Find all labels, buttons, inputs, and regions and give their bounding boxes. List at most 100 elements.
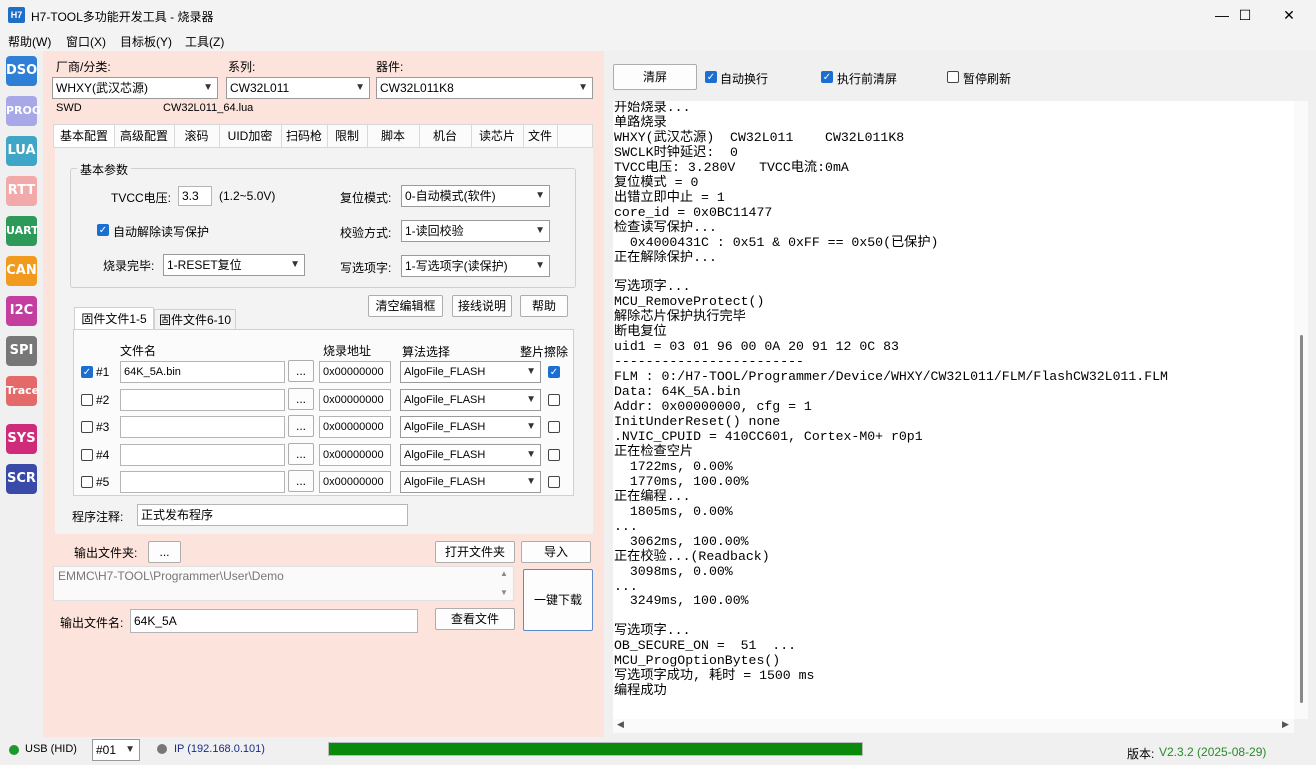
tool-sys-button[interactable]: SYS bbox=[6, 424, 37, 454]
row-algo-select[interactable]: AlgoFile_FLASH ▼ bbox=[400, 389, 541, 411]
tool-dso-button[interactable]: DSO bbox=[6, 56, 37, 86]
row-file-input[interactable] bbox=[120, 471, 285, 493]
clear-before-run-checkbox[interactable]: ✓ bbox=[821, 71, 833, 83]
import-button[interactable]: 导入 bbox=[521, 541, 591, 563]
scroll-down-icon[interactable]: ▼ bbox=[500, 588, 508, 597]
row-browse-button[interactable]: ... bbox=[288, 443, 314, 465]
tab-script[interactable]: 脚本 bbox=[367, 125, 420, 147]
tab-uid-encrypt[interactable]: UID加密 bbox=[219, 125, 282, 147]
tab-firmware-1-5[interactable]: 固件文件1-5 bbox=[74, 307, 154, 329]
row-file-input[interactable] bbox=[120, 416, 285, 438]
menu-window[interactable]: 窗口(X) bbox=[66, 33, 106, 50]
tab-file[interactable]: 文件 bbox=[523, 125, 558, 147]
clear-screen-button[interactable]: 清屏 bbox=[613, 64, 697, 90]
clear-edit-button[interactable]: 清空编辑框 bbox=[368, 295, 443, 317]
row-enable-checkbox[interactable]: ✓ bbox=[81, 366, 93, 378]
tool-uart-button[interactable]: UART bbox=[6, 216, 39, 246]
tool-trace-button[interactable]: Trace bbox=[6, 376, 39, 406]
help-button[interactable]: 帮助 bbox=[520, 295, 568, 317]
log-output[interactable]: 开始烧录... 单路烧录 WHXY(武汉芯源) CW32L011 CW32L01… bbox=[613, 101, 1294, 719]
row-browse-button[interactable]: ... bbox=[288, 470, 314, 492]
finish-select[interactable]: 1-RESET复位 ▼ bbox=[163, 254, 305, 276]
row-address-input[interactable]: 0x00000000 bbox=[319, 471, 391, 493]
scroll-up-icon[interactable]: ▲ bbox=[500, 569, 508, 578]
tab-firmware-6-10[interactable]: 固件文件6-10 bbox=[154, 309, 236, 329]
tab-basic-config[interactable]: 基本配置 bbox=[54, 125, 115, 147]
tab-machine[interactable]: 机台 bbox=[419, 125, 472, 147]
maximize-button[interactable]: ☐ bbox=[1222, 0, 1268, 31]
log-hscrollbar[interactable] bbox=[613, 719, 1294, 733]
row-enable-checkbox[interactable] bbox=[81, 476, 93, 488]
row-erase-checkbox[interactable] bbox=[548, 476, 560, 488]
series-select[interactable]: CW32L011 ▼ bbox=[226, 77, 370, 99]
row-erase-checkbox[interactable] bbox=[548, 421, 560, 433]
log-vscroll-thumb[interactable] bbox=[1300, 335, 1303, 703]
channel-select[interactable]: #01 ▼ bbox=[92, 739, 140, 761]
output-folder-label: 输出文件夹: bbox=[74, 546, 138, 560]
row-algo-select[interactable]: AlgoFile_FLASH ▼ bbox=[400, 416, 541, 438]
open-folder-button[interactable]: 打开文件夹 bbox=[435, 541, 515, 563]
verify-select[interactable]: 1-读回校验 ▼ bbox=[401, 220, 550, 242]
menu-target-board[interactable]: 目标板(Y) bbox=[120, 33, 172, 50]
row-browse-button[interactable]: ... bbox=[288, 388, 314, 410]
row-erase-checkbox[interactable] bbox=[548, 394, 560, 406]
wiring-help-button[interactable]: 接线说明 bbox=[452, 295, 512, 317]
row-enable-checkbox[interactable] bbox=[81, 449, 93, 461]
chevron-down-icon: ▼ bbox=[355, 82, 365, 93]
row-browse-button[interactable]: ... bbox=[288, 415, 314, 437]
row-address-input[interactable]: 0x00000000 bbox=[319, 389, 391, 411]
row-algo-value: AlgoFile_FLASH bbox=[404, 421, 486, 433]
menu-help[interactable]: 帮助(W) bbox=[8, 33, 51, 50]
pause-refresh-checkbox[interactable] bbox=[947, 71, 959, 83]
row-algo-select[interactable]: AlgoFile_FLASH ▼ bbox=[400, 471, 541, 493]
tool-scr-button[interactable]: SCR bbox=[6, 464, 37, 494]
reset-mode-select[interactable]: 0-自动模式(软件) ▼ bbox=[401, 185, 550, 207]
row-address-input[interactable]: 0x00000000 bbox=[319, 361, 391, 383]
scroll-left-icon[interactable]: ◀ bbox=[617, 719, 624, 730]
row-enable-checkbox[interactable] bbox=[81, 421, 93, 433]
one-click-download-button[interactable]: 一键下载 bbox=[523, 569, 593, 631]
output-filename-input[interactable]: 64K_5A bbox=[130, 609, 418, 633]
browse-folder-button[interactable]: ... bbox=[148, 541, 181, 563]
close-button[interactable]: ✕ bbox=[1266, 0, 1312, 31]
tab-rolling-code[interactable]: 滚码 bbox=[174, 125, 220, 147]
tab-advanced-config[interactable]: 高级配置 bbox=[114, 125, 175, 147]
tab-scanner[interactable]: 扫码枪 bbox=[281, 125, 328, 147]
tool-i2c-button[interactable]: I2C bbox=[6, 296, 37, 326]
notes-input[interactable]: 正式发布程序 bbox=[137, 504, 408, 526]
row-erase-checkbox[interactable]: ✓ bbox=[548, 366, 560, 378]
chevron-down-icon: ▼ bbox=[526, 366, 536, 377]
tool-prog-button[interactable]: PROG bbox=[6, 96, 41, 126]
option-byte-select[interactable]: 1-写选项字(读保护) ▼ bbox=[401, 255, 550, 277]
row-address-input[interactable]: 0x00000000 bbox=[319, 416, 391, 438]
device-select[interactable]: CW32L011K8 ▼ bbox=[376, 77, 593, 99]
row-algo-value: AlgoFile_FLASH bbox=[404, 476, 486, 488]
row-erase-checkbox[interactable] bbox=[548, 449, 560, 461]
tool-spi-button[interactable]: SPI bbox=[6, 336, 37, 366]
row-file-input[interactable]: 64K_5A.bin bbox=[120, 361, 285, 383]
view-file-button[interactable]: 查看文件 bbox=[435, 608, 515, 630]
row-enable-checkbox[interactable] bbox=[81, 394, 93, 406]
row-file-input[interactable] bbox=[120, 444, 285, 466]
tool-lua-button[interactable]: LUA bbox=[6, 136, 37, 166]
row-algo-select[interactable]: AlgoFile_FLASH ▼ bbox=[400, 444, 541, 466]
series-value: CW32L011 bbox=[230, 81, 290, 95]
tab-limit[interactable]: 限制 bbox=[327, 125, 368, 147]
log-text: 开始烧录... 单路烧录 WHXY(武汉芯源) CW32L011 CW32L01… bbox=[614, 101, 1168, 699]
vendor-value: WHXY(武汉芯源) bbox=[56, 81, 148, 95]
auto-wrap-checkbox[interactable]: ✓ bbox=[705, 71, 717, 83]
tool-can-button[interactable]: CAN bbox=[6, 256, 37, 286]
row-algo-select[interactable]: AlgoFile_FLASH ▼ bbox=[400, 361, 541, 383]
tool-rtt-button[interactable]: RTT bbox=[6, 176, 37, 206]
menu-tools[interactable]: 工具(Z) bbox=[185, 33, 224, 50]
row-address-input[interactable]: 0x00000000 bbox=[319, 444, 391, 466]
progress-bar bbox=[328, 742, 863, 756]
tab-read-chip[interactable]: 读芯片 bbox=[471, 125, 524, 147]
scroll-right-icon[interactable]: ▶ bbox=[1282, 719, 1289, 730]
vendor-select[interactable]: WHXY(武汉芯源) ▼ bbox=[52, 77, 218, 99]
lua-file-text: CW32L011_64.lua bbox=[163, 102, 254, 114]
row-file-input[interactable] bbox=[120, 389, 285, 411]
auto-unprotect-checkbox[interactable]: ✓ bbox=[97, 224, 109, 236]
tvcc-input[interactable]: 3.3 bbox=[178, 186, 212, 206]
row-browse-button[interactable]: ... bbox=[288, 360, 314, 382]
